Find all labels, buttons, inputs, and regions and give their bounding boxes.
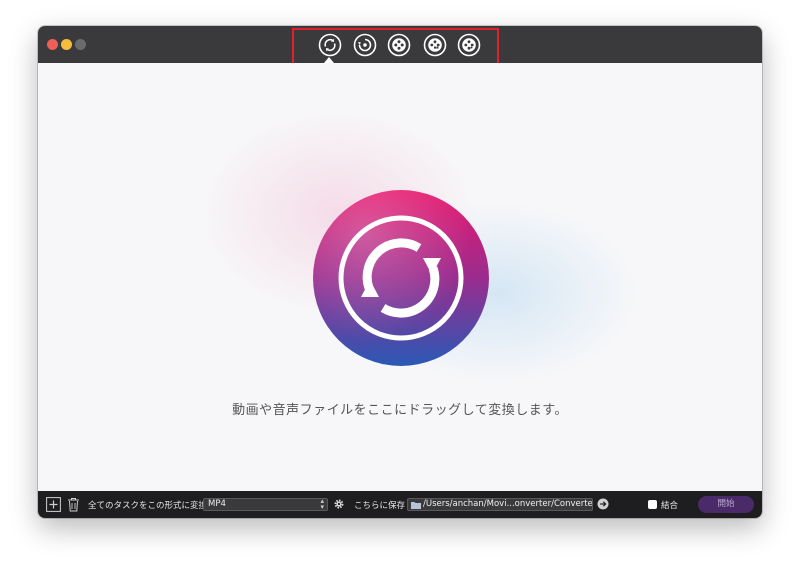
drop-area[interactable]: 動画や音声ファイルをここにドラッグして変換します。 [38,63,762,491]
merge-label: 結合 [661,501,679,511]
add-icon [46,497,61,512]
add-button[interactable] [46,497,61,512]
hero-graphic [311,188,491,368]
format-value: MP4 [208,499,226,509]
zoom-window-button[interactable] [75,39,86,50]
minimize-window-button[interactable] [61,39,72,50]
bottom-bar: 全てのタスクをこの形式に変換 MP4 ▴ ▾ こちらに保存 /Users/anch… [38,491,762,518]
tool-film-dots[interactable] [457,33,481,57]
close-window-button[interactable] [47,39,58,50]
select-arrows-icon: ▴ ▾ [320,497,324,511]
delete-button[interactable] [67,497,80,512]
film-reel-grid-icon [423,33,447,57]
app-window: 動画や音声ファイルをここにドラッグして変換します。 全てのタスクをこの形式に変換… [38,26,762,518]
convert-icon [318,33,342,57]
tool-convert[interactable] [318,33,342,57]
tool-burn[interactable] [353,33,377,57]
open-folder-button[interactable] [597,498,609,510]
film-reel-icon [387,33,411,57]
folder-icon [411,502,421,509]
merge-checkbox[interactable] [648,500,657,509]
format-settings-button[interactable] [333,498,345,510]
title-bar [38,26,762,69]
convert-arrows-icon [313,190,489,366]
trash-icon [68,498,79,512]
output-path-field[interactable]: /Users/anchan/Movi...onverter/Converted [407,498,593,511]
tool-film[interactable] [387,33,411,57]
save-location-label: こちらに保存 [354,501,406,511]
film-reel-dots-icon [457,33,481,57]
arrow-right-circle-icon [597,498,609,510]
start-button[interactable]: 開始 [698,496,754,513]
burn-dvd-icon [353,33,377,57]
format-select[interactable]: MP4 ▴ ▾ [203,498,328,511]
gear-icon [334,499,344,509]
convert-all-label: 全てのタスクをこの形式に変換 [88,501,208,511]
output-path-value: /Users/anchan/Movi...onverter/Converted [423,499,593,509]
drop-instructions: 動画や音声ファイルをここにドラッグして変換します。 [232,403,568,418]
tool-film-grid[interactable] [423,33,447,57]
